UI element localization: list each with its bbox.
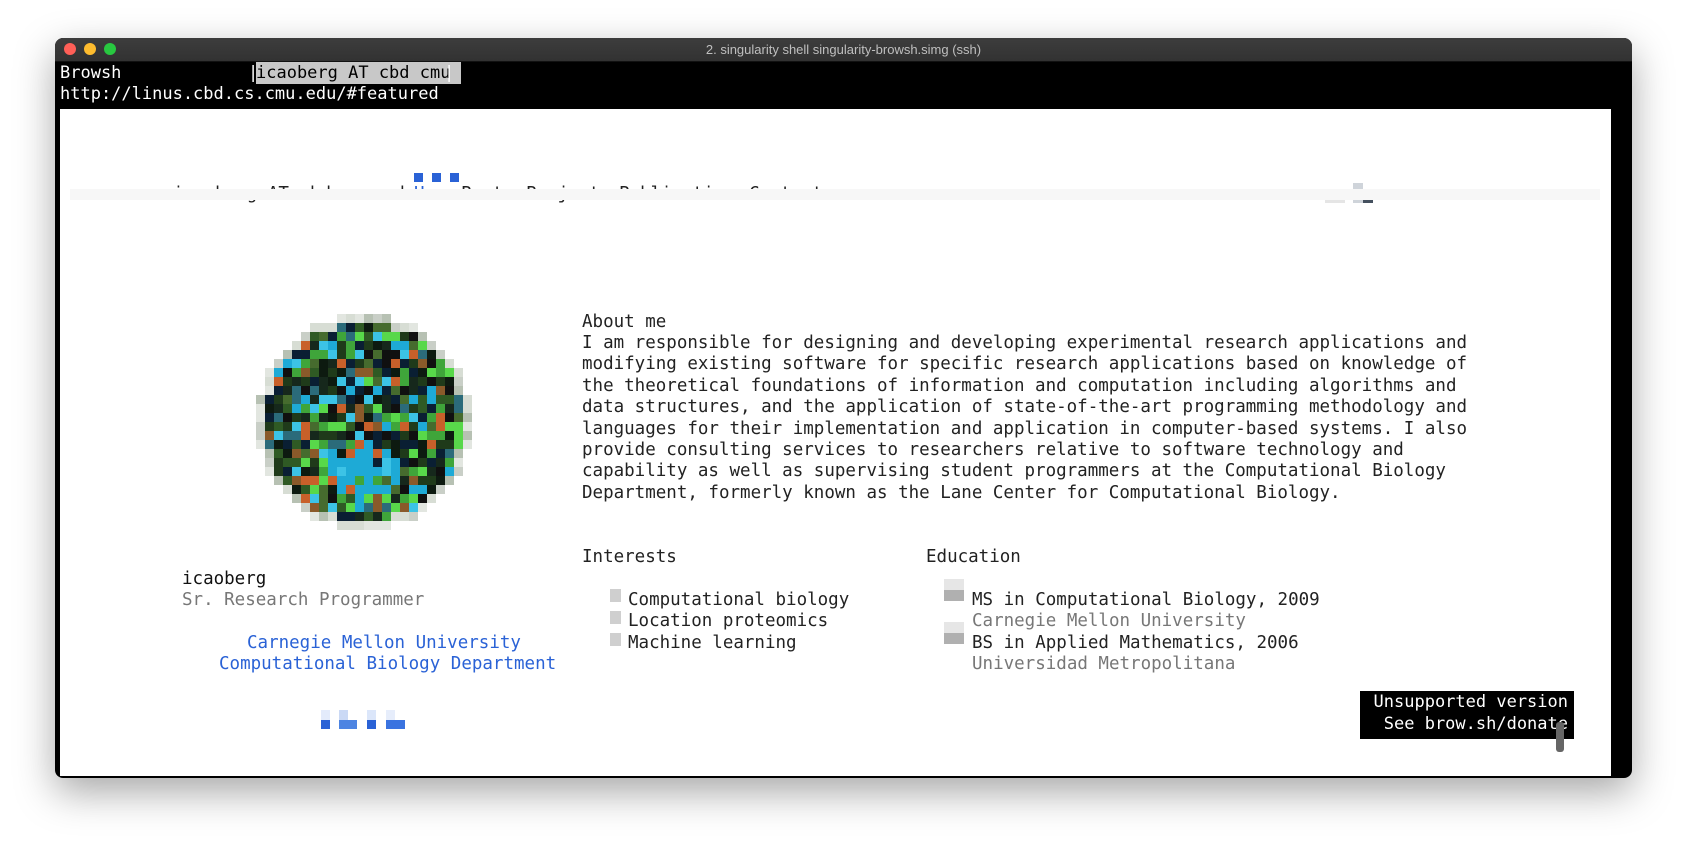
terminal-window: 2. singularity shell singularity-browsh.… [55,38,1632,778]
terminal: Browsh | icaoberg AT cbd cmu | http://linu… [60,62,1626,776]
email-icon[interactable] [321,720,330,729]
education-heading: Education [926,547,1021,567]
linkedin-icon-bottom [367,720,376,729]
about-line: the theoretical foundations of informati… [582,376,1457,396]
title-bar: 2. singularity shell singularity-browsh.… [55,38,1632,62]
menu-icon [414,173,423,182]
profile-name: icaoberg [182,569,267,589]
url-bar[interactable]: http://linus.cbd.cs.cmu.edu/#featured [60,83,439,105]
about-line: Department, formerly known as the Lane C… [582,483,1341,503]
interest-item: Location proteomics [628,611,829,631]
org-link-cmu[interactable]: Carnegie Mellon University [247,632,521,655]
avatar [256,314,472,530]
orcid-icon[interactable] [386,710,395,720]
web-page: icaoberg AT cbd cmu edu Home Posts Proje… [60,109,1611,776]
about-line: languages for their implementation and a… [582,419,1468,439]
interests-heading: Interests [582,547,677,567]
org-link-cbd[interactable]: Computational Biology Department [219,653,556,676]
education-school: Carnegie Mellon University [972,611,1246,631]
bullet-icon [610,633,621,646]
menu-icon [432,173,441,182]
about-line: data structures, and the application of … [582,397,1468,417]
github-icon[interactable] [339,710,348,720]
window-title: 2. singularity shell singularity-browsh.… [705,42,982,57]
education-degree: BS in Applied Mathematics, 2006 [972,633,1299,653]
bullet-icon [610,611,621,624]
linkedin-icon[interactable] [367,710,376,720]
graduation-cap-icon [944,579,964,601]
email-icon-top [321,710,330,720]
browsh-tab-bar: Browsh | icaoberg AT cbd cmu | [60,62,461,84]
about-heading: About me [582,312,667,332]
browser-tab[interactable]: icaoberg AT cbd cmu [256,62,461,84]
about-line: modifying existing software for specific… [582,354,1468,374]
browsh-app-name: Browsh [60,63,122,83]
header-divider [70,189,1600,200]
education-degree: MS in Computational Biology, 2009 [972,590,1320,610]
graduation-cap-icon [944,622,964,644]
profile-role: Sr. Research Programmer [182,590,425,610]
about-line: provide consulting services to researche… [582,440,1404,460]
github-icon-bottom [339,720,357,729]
education-school: Universidad Metropolitana [972,654,1236,674]
interest-item: Computational biology [628,590,850,610]
tab-separator-right: | [444,63,455,83]
interest-item: Machine learning [628,633,797,653]
banner-line-2: See brow.sh/donate [1383,714,1568,734]
scrollbar[interactable] [1556,722,1564,752]
orcid-icon-bottom [386,720,405,729]
about-line: capability as well as supervising studen… [582,461,1446,481]
bullet-icon [610,589,621,602]
about-line: I am responsible for designing and devel… [582,333,1468,353]
menu-icon [450,173,459,182]
unsupported-version-banner: Unsupported version See brow.sh/donate [1360,691,1574,739]
banner-line-1: Unsupported version [1373,692,1568,712]
